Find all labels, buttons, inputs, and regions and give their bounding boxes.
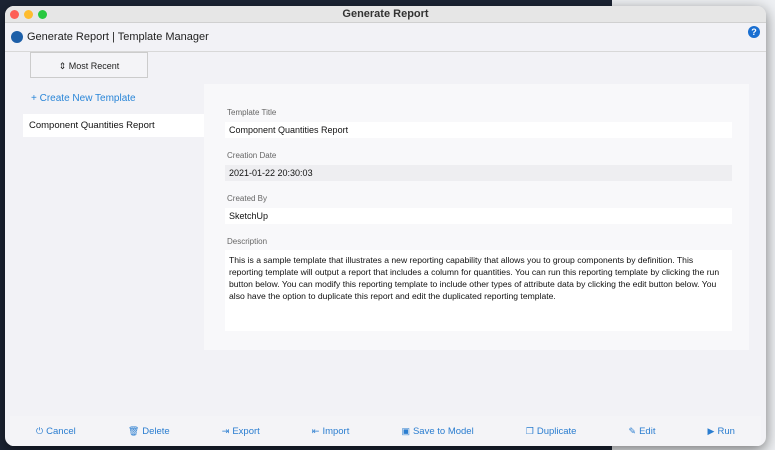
creation-date-label: Creation Date [227,151,277,160]
template-title-input[interactable]: Component Quantities Report [225,122,732,138]
power-icon: ⏻ [36,425,44,436]
title-bar: Generate Report [5,6,766,23]
generate-report-window: Generate Report Generate Report | Templa… [5,6,766,446]
play-icon: ▶ [707,425,715,436]
trash-icon: 🗑 [127,425,140,436]
template-list-item[interactable]: Component Quantities Report [23,114,204,137]
template-title-label: Template Title [227,108,277,117]
minimize-button[interactable] [24,10,33,19]
cancel-label: Cancel [46,425,76,437]
maximize-button[interactable] [38,10,47,19]
duplicate-button[interactable]: ❐ Duplicate [526,426,577,437]
create-template-link[interactable]: + Create New Template [31,93,136,104]
created-by-input[interactable]: SketchUp [225,208,732,224]
window-controls [10,10,47,19]
delete-label: Delete [142,425,170,437]
description-label: Description [227,237,268,246]
footer-toolbar: ⏻ Cancel 🗑 Delete ⇥ Export ⇤ Import ▣ Save to… [10,416,761,446]
app-header: Generate Report | Template Manager [5,23,766,52]
import-icon: ⇤ [311,425,320,436]
created-by-label: Created By [227,194,268,203]
import-button[interactable]: ⇤ Import [312,426,349,437]
delete-button[interactable]: 🗑 Delete [128,426,170,437]
run-button[interactable]: ▶ Run [708,426,735,437]
edit-button[interactable]: ✎ Edit [629,426,656,437]
sort-button[interactable]: ⇕ Most Recent [30,52,148,78]
save-icon: ▣ [401,425,410,436]
close-button[interactable] [10,10,19,19]
copy-icon: ❐ [525,425,534,436]
edit-label: Edit [639,425,656,437]
edit-icon: ✎ [628,425,637,436]
template-details-panel: Template Title Component Quantities Repo… [204,84,749,350]
header-title: Generate Report | Template Manager [27,31,209,43]
help-icon[interactable]: ? [748,26,760,38]
cancel-button[interactable]: ⏻ Cancel [36,426,76,437]
duplicate-label: Duplicate [536,425,577,437]
save-label: Save to Model [412,425,474,437]
export-icon: ⇥ [221,425,230,436]
import-label: Import [322,425,350,437]
run-label: Run [717,425,735,437]
creation-date-field: 2021-01-22 20:30:03 [225,165,732,181]
window-title: Generate Report [342,8,429,20]
export-label: Export [232,425,260,437]
save-to-model-button[interactable]: ▣ Save to Model [401,426,473,437]
export-button[interactable]: ⇥ Export [222,426,260,437]
description-textarea[interactable]: This is a sample template that illustrat… [225,250,732,331]
sketchup-logo-icon [11,31,23,43]
